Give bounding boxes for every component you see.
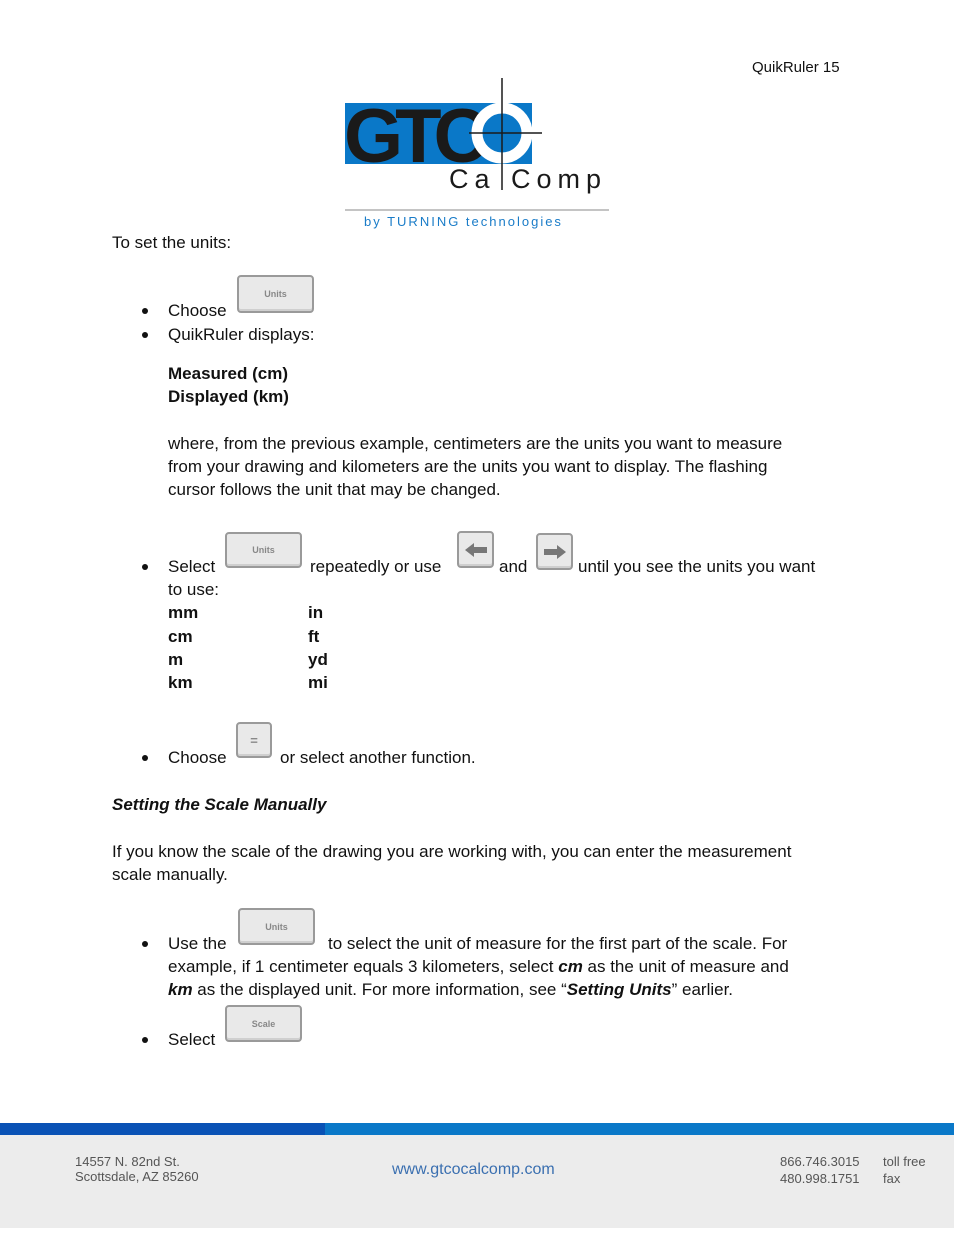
measured-label: Measured (cm) [168, 364, 288, 383]
phone-fax: 480.998.1751 [780, 1171, 860, 1186]
address-line: 14557 N. 82nd St. [75, 1154, 180, 1169]
bullet [142, 332, 148, 338]
scale-key-button: Scale [225, 1005, 302, 1042]
text: ” earlier. [671, 980, 734, 999]
setting-units-reference: Setting Units [566, 980, 672, 999]
unit-cm: cm [168, 627, 193, 646]
svg-text:Comp: Comp [511, 164, 607, 194]
right-arrow-key-icon [536, 533, 573, 570]
bullet [142, 941, 148, 947]
units-key-button: Units [238, 908, 315, 945]
phone-label: toll free [883, 1154, 926, 1169]
km-emphasis: km [168, 980, 193, 999]
equals-key-button: = [236, 722, 272, 758]
paragraph-line: scale manually. [112, 865, 228, 884]
intro-text: To set the units: [112, 233, 232, 252]
footer: 14557 N. 82nd St. Scottsdale, AZ 85260 w… [0, 1135, 954, 1228]
paragraph-line: km as the displayed unit. For more infor… [168, 978, 733, 1001]
select-text: Select [168, 1030, 216, 1049]
footer-bar-dark [0, 1123, 325, 1135]
paragraph-line: to select the unit of measure for the fi… [328, 934, 788, 953]
unit-in: in [308, 603, 324, 622]
fax-label: fax [883, 1171, 901, 1186]
bullet [142, 755, 148, 761]
phone-toll-free: 866.746.3015 [780, 1154, 860, 1169]
displays-text: QuikRuler displays: [168, 325, 315, 344]
paragraph-line: where, from the previous example, centim… [168, 434, 783, 453]
units-key-button: Units [225, 532, 302, 568]
other-function-text: or select another function. [280, 748, 476, 767]
unit-m: m [168, 650, 184, 669]
logo-tagline: by TURNING technologies [364, 214, 563, 229]
unit-mm: mm [168, 603, 199, 622]
displayed-label: Displayed (km) [168, 387, 289, 406]
paragraph-line: from your drawing and kilometers are the… [168, 457, 768, 476]
text: example, if 1 centimeter equals 3 kilome… [168, 957, 559, 976]
paragraph-line: If you know the scale of the drawing you… [112, 842, 792, 861]
cm-emphasis: cm [558, 957, 583, 976]
unit-yd: yd [308, 650, 328, 669]
left-arrow-key-icon [457, 531, 494, 568]
page-label: QuikRuler 15 [752, 59, 840, 76]
use-the-text: Use the [168, 934, 227, 953]
bullet [142, 1037, 148, 1043]
svg-text:Ca: Ca [449, 164, 496, 194]
select-text: Select [168, 557, 216, 576]
unit-ft: ft [308, 627, 320, 646]
website-link[interactable]: www.gtcocalcomp.com [392, 1162, 555, 1178]
unit-km: km [168, 673, 193, 692]
document-page: QuikRuler 15 GTC Ca Comp by TURNING tech… [0, 0, 954, 1235]
address-line: Scottsdale, AZ 85260 [75, 1169, 199, 1184]
text: as the displayed unit. For more informat… [192, 980, 567, 999]
paragraph-line: cursor follows the unit that may be chan… [168, 480, 501, 499]
paragraph-line: example, if 1 centimeter equals 3 kilome… [168, 955, 789, 978]
unit-mi: mi [308, 673, 328, 692]
to-use-text: to use: [168, 580, 220, 599]
units-key-button: Units [237, 275, 314, 313]
repeatedly-text: repeatedly or use [310, 557, 442, 576]
bullet [142, 308, 148, 314]
until-text: until you see the units you want [578, 557, 816, 576]
section-heading: Setting the Scale Manually [112, 795, 327, 814]
footer-bar-light [325, 1123, 954, 1135]
and-text: and [499, 557, 528, 576]
choose-text: Choose [168, 748, 227, 767]
bullet [142, 564, 148, 570]
text: as the unit of measure and [582, 957, 789, 976]
choose-text: Choose [168, 301, 227, 320]
gtco-calcomp-logo: GTC Ca Comp by TURNING technologies [344, 78, 614, 233]
